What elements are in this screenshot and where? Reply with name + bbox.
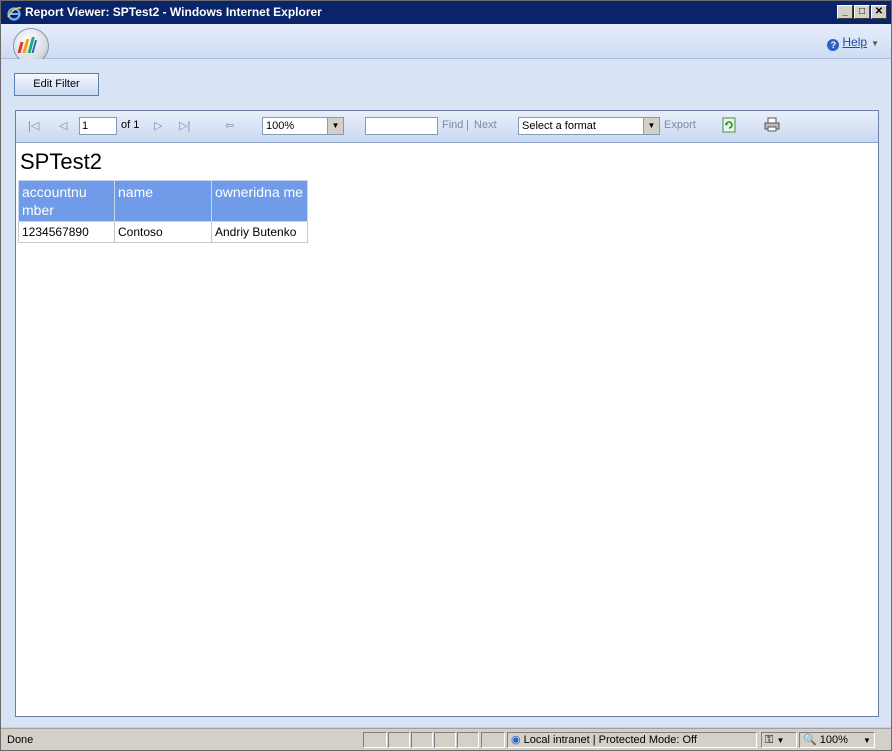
- zoom-control[interactable]: 🔍 100% ▼: [799, 732, 875, 748]
- minimize-icon: _: [842, 6, 848, 17]
- previous-page-icon[interactable]: ◁: [59, 119, 67, 132]
- refresh-icon[interactable]: [722, 117, 736, 136]
- report-title: SPTest2: [20, 149, 102, 174]
- table-row: 1234567890 Contoso Andriy Butenko: [18, 221, 308, 243]
- app-header: ? Help ▼: [1, 24, 891, 64]
- minimize-button[interactable]: _: [837, 5, 853, 19]
- back-icon[interactable]: ⇦: [225, 119, 234, 132]
- maximize-button[interactable]: □: [854, 5, 870, 19]
- find-separator: |: [466, 119, 469, 131]
- status-pane: [363, 732, 387, 748]
- title-bar: Report Viewer: SPTest2 - Windows Interne…: [1, 1, 891, 24]
- last-page-icon[interactable]: ▷|: [179, 119, 190, 132]
- help-menu[interactable]: ? Help ▼: [827, 35, 879, 51]
- window-title: Report Viewer: SPTest2 - Windows Interne…: [25, 5, 322, 19]
- report-table: accountnu mber name owneridna me 1234567…: [18, 180, 308, 243]
- status-bar: Done ◉ Local intranet | Protected Mode: …: [1, 728, 891, 750]
- help-icon: ?: [827, 39, 840, 51]
- chevron-down-icon: ▼: [871, 39, 879, 48]
- column-header: name: [114, 180, 212, 222]
- export-format-value: Select a format: [522, 120, 596, 132]
- report-viewer: |◁ ◁ 1 of 1 ▷ ▷| ⇦ 100% ▼ Find | Next Se…: [15, 110, 879, 717]
- report-toolbar: |◁ ◁ 1 of 1 ▷ ▷| ⇦ 100% ▼ Find | Next Se…: [16, 111, 878, 143]
- help-label: Help: [842, 35, 868, 49]
- export-link[interactable]: Export: [664, 119, 696, 131]
- zoom-level: 100%: [819, 734, 848, 746]
- zoom-value: 100%: [266, 120, 295, 132]
- zoom-select[interactable]: 100% ▼: [262, 117, 344, 135]
- chevron-down-icon: ▼: [862, 736, 871, 745]
- security-zone[interactable]: ◉ Local intranet | Protected Mode: Off: [507, 732, 757, 748]
- table-cell: 1234567890: [18, 221, 115, 243]
- ie-icon: [6, 5, 22, 21]
- zoom-icon: 🔍: [803, 734, 817, 746]
- protected-mode-button[interactable]: ⚿ ▼: [761, 732, 797, 748]
- lock-icon: ⚿: [765, 734, 774, 746]
- status-pane: [388, 732, 410, 748]
- page-number-input[interactable]: 1: [79, 117, 117, 135]
- close-icon: ✕: [874, 6, 884, 17]
- chevron-down-icon: ▼: [776, 736, 785, 745]
- find-link[interactable]: Find: [442, 119, 463, 131]
- browser-window: Report Viewer: SPTest2 - Windows Interne…: [0, 0, 892, 751]
- column-header: accountnu mber: [18, 180, 115, 222]
- status-pane: [434, 732, 456, 748]
- status-pane: [457, 732, 479, 748]
- close-button[interactable]: ✕: [871, 5, 887, 19]
- page-count: of 1: [121, 119, 140, 131]
- print-icon[interactable]: [764, 117, 780, 136]
- maximize-icon: □: [858, 6, 866, 17]
- column-header: owneridna me: [211, 180, 308, 222]
- status-pane: [411, 732, 433, 748]
- first-page-icon[interactable]: |◁: [28, 119, 39, 132]
- security-zone-label: Local intranet | Protected Mode: Off: [523, 734, 697, 746]
- table-cell: Andriy Butenko: [211, 221, 308, 243]
- table-header-row: accountnu mber name owneridna me: [18, 180, 308, 222]
- export-format-select[interactable]: Select a format ▼: [518, 117, 660, 135]
- chevron-down-icon: ▼: [327, 118, 343, 134]
- next-link[interactable]: Next: [474, 119, 497, 131]
- main-content: Edit Filter |◁ ◁ 1 of 1 ▷ ▷| ⇦ 100% ▼ Fi…: [1, 59, 891, 727]
- intranet-icon: ◉: [511, 734, 521, 746]
- status-text: Done: [7, 734, 34, 746]
- table-cell: Contoso: [114, 221, 212, 243]
- edit-filter-button[interactable]: Edit Filter: [14, 73, 99, 96]
- chevron-down-icon: ▼: [643, 118, 659, 134]
- status-pane: [481, 732, 505, 748]
- find-input[interactable]: [365, 117, 438, 135]
- next-page-icon[interactable]: ▷: [154, 119, 162, 132]
